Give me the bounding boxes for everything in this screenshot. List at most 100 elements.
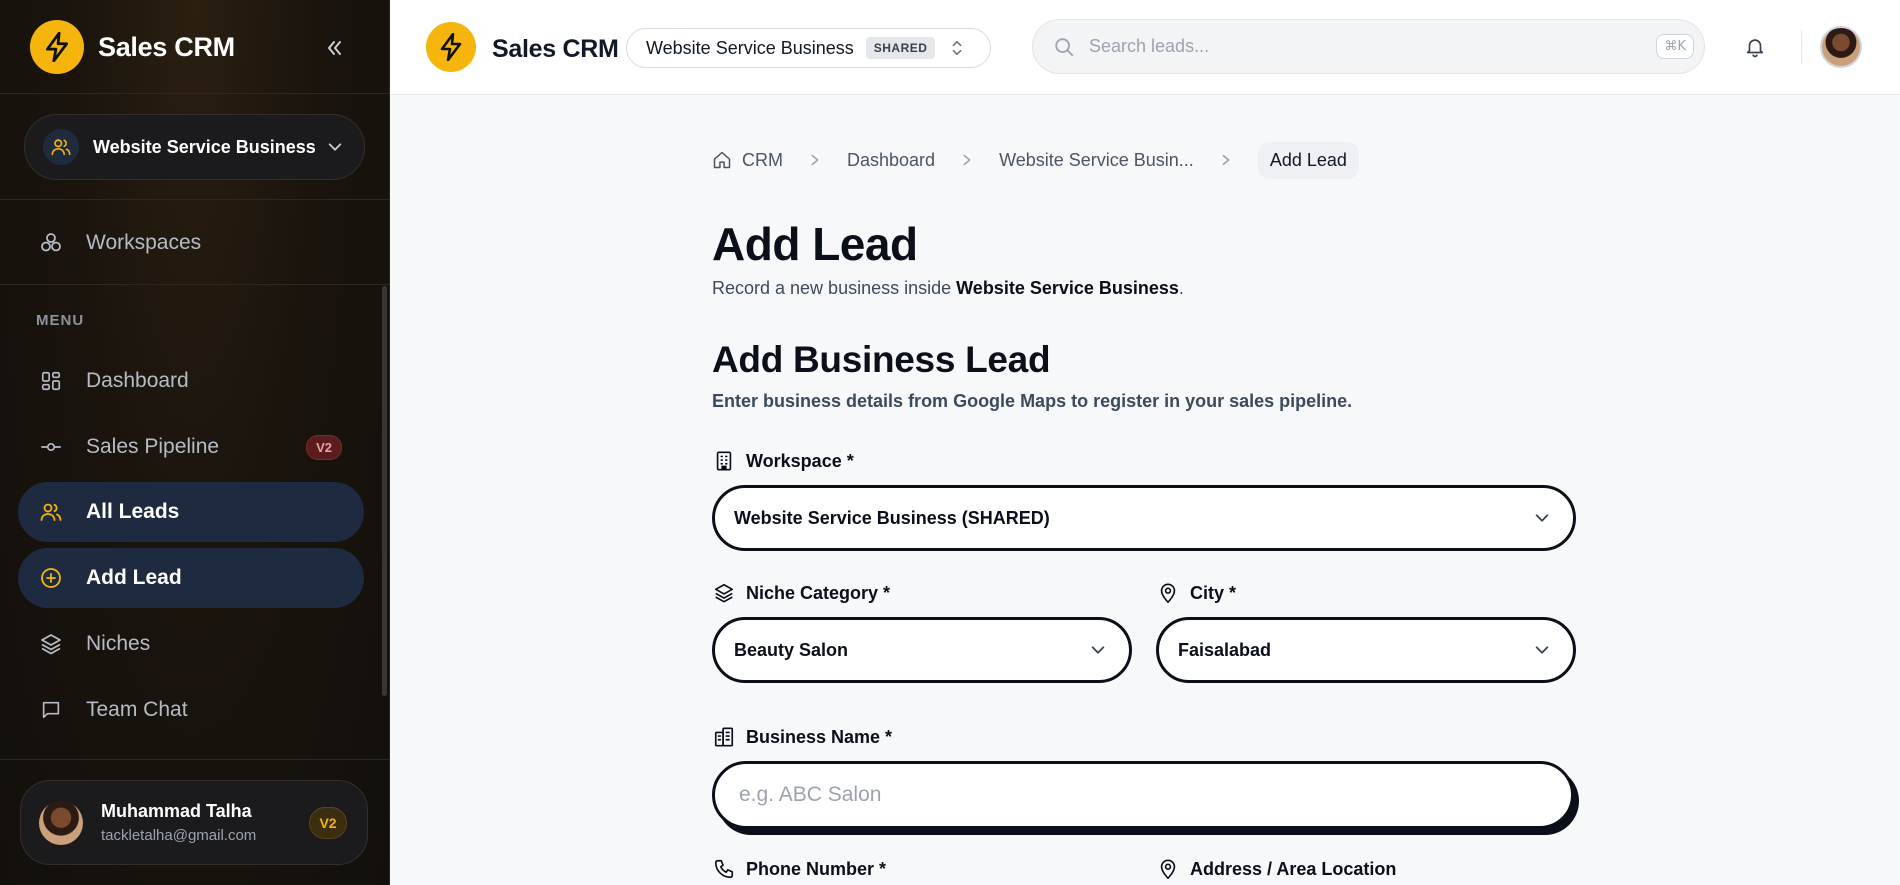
map-pin-icon <box>1156 581 1180 605</box>
sidebar-divider <box>0 199 390 200</box>
workspace-field-label: Workspace * <box>712 449 854 473</box>
sidebar-item-dashboard[interactable]: Dashboard <box>18 351 364 411</box>
field-label-text: Niche Category * <box>746 582 891 603</box>
form-subtitle: Enter business details from Google Maps … <box>712 391 1353 411</box>
version-badge: V2 <box>306 434 342 460</box>
sidebar-app-name: Sales CRM <box>98 32 235 62</box>
sidebar-item-all-leads[interactable]: All Leads <box>18 482 364 542</box>
sidebar-item-workspaces[interactable]: Workspaces <box>18 213 364 273</box>
sidebar-item-label: Add Lead <box>86 566 182 589</box>
breadcrumb-dashboard[interactable]: Dashboard <box>847 150 935 171</box>
field-label-text: Workspace * <box>746 450 854 471</box>
breadcrumb-workspace[interactable]: Website Service Busin... <box>999 150 1194 171</box>
workspaces-icon <box>38 230 64 256</box>
niche-select-value: Beauty Salon <box>734 639 849 660</box>
sidebar-divider <box>0 759 390 760</box>
sidebar-item-label: Team Chat <box>86 698 188 721</box>
office-building-icon <box>712 725 736 749</box>
plus-circle-icon <box>38 565 64 591</box>
breadcrumb-label: Add Lead <box>1269 149 1347 170</box>
top-bar: Sales CRM Website Service Business SHARE… <box>390 0 1900 95</box>
search-bar[interactable]: ⌘K <box>1032 19 1705 74</box>
breadcrumb: CRM Dashboard Website Service Busin... A… <box>712 141 1359 179</box>
search-input[interactable] <box>1089 36 1657 57</box>
field-label-text: Business Name * <box>746 726 893 747</box>
sidebar: Sales CRM Website Service Business Works… <box>0 0 390 885</box>
field-label-text: City * <box>1190 582 1237 603</box>
sidebar-item-label: Niches <box>86 632 151 655</box>
chevron-down-icon <box>1533 641 1551 659</box>
chevron-down-icon <box>1533 509 1551 527</box>
map-pin-icon <box>1156 857 1180 881</box>
city-field-label: City * <box>1156 581 1236 605</box>
sidebar-item-niches[interactable]: Niches <box>18 614 364 674</box>
sidebar-divider <box>0 284 390 285</box>
user-email: tackletalha@gmail.com <box>101 827 257 844</box>
search-icon <box>1053 36 1075 58</box>
workspace-switcher[interactable]: Website Service Business <box>24 114 365 180</box>
user-profile-card[interactable]: Muhammad Talha tackletalha@gmail.com V2 <box>20 780 368 865</box>
page-subtitle-workspace: Website Service Business <box>956 278 1179 298</box>
phone-icon <box>712 857 736 881</box>
form-title: Add Business Lead <box>712 339 1051 380</box>
niche-field-label: Niche Category * <box>712 581 890 605</box>
business-name-input[interactable] <box>739 783 1510 807</box>
sidebar-item-sales-pipeline[interactable]: Sales Pipeline V2 <box>18 417 364 477</box>
chevron-down-icon <box>1089 641 1107 659</box>
building-icon <box>712 449 736 473</box>
sidebar-item-add-lead[interactable]: Add Lead <box>18 548 364 608</box>
chevron-right-icon <box>809 153 821 167</box>
field-label-text: Address / Area Location <box>1190 858 1397 879</box>
workspace-select-value: Website Service Business (SHARED) <box>734 507 1050 528</box>
user-info: Muhammad Talha tackletalha@gmail.com <box>101 801 309 844</box>
breadcrumb-label: CRM <box>742 149 783 170</box>
page-subtitle-suffix: . <box>1178 278 1184 298</box>
chevron-right-icon <box>961 153 973 167</box>
bolt-logo-icon <box>30 20 84 74</box>
sidebar-item-label: All Leads <box>86 500 180 523</box>
phone-field-label: Phone Number * <box>712 857 886 881</box>
sidebar-item-label: Sales Pipeline <box>86 435 220 458</box>
workspace-selector[interactable]: Website Service Business SHARED <box>626 28 991 68</box>
breadcrumb-current: Add Lead <box>1257 141 1359 179</box>
breadcrumb-crm[interactable]: CRM <box>712 150 783 171</box>
users-icon <box>38 499 64 525</box>
bolt-logo-icon <box>426 22 476 72</box>
version-badge: V2 <box>309 806 347 839</box>
layers-icon <box>712 581 736 605</box>
city-select[interactable]: Faisalabad <box>1156 617 1576 683</box>
business-name-field-label: Business Name * <box>712 725 892 749</box>
field-label-text: Phone Number * <box>746 858 887 879</box>
niche-select[interactable]: Beauty Salon <box>712 617 1132 683</box>
workspace-select[interactable]: Website Service Business (SHARED) <box>712 485 1576 551</box>
sidebar-scrollbar[interactable] <box>382 286 387 696</box>
chevron-down-icon <box>326 138 344 156</box>
message-square-icon <box>38 697 64 723</box>
breadcrumb-label: Dashboard <box>847 149 936 170</box>
breadcrumb-label: Website Service Busin... <box>999 149 1194 170</box>
workspace-selector-label: Website Service Business <box>646 37 854 58</box>
shared-badge: SHARED <box>865 37 936 59</box>
dashboard-grid-icon <box>38 368 64 394</box>
page-title: Add Lead <box>712 218 918 270</box>
topbar-divider <box>1801 30 1802 64</box>
notifications-button[interactable] <box>1740 32 1770 62</box>
sidebar-item-team-chat[interactable]: Team Chat <box>18 680 364 740</box>
users-icon <box>43 129 79 165</box>
workspace-switcher-label: Website Service Business <box>93 136 316 157</box>
menu-section-label: MENU <box>36 312 85 329</box>
chevrons-up-down-icon <box>949 39 965 57</box>
sidebar-item-label: Dashboard <box>86 369 189 392</box>
git-commit-icon <box>38 434 64 460</box>
avatar <box>39 800 83 845</box>
chevrons-left-icon <box>328 41 341 55</box>
sidebar-item-label: Workspaces <box>86 231 202 254</box>
sidebar-header: Sales CRM <box>0 0 390 94</box>
page-subtitle: Record a new business inside Website Ser… <box>712 278 1184 299</box>
business-name-field[interactable] <box>712 761 1574 829</box>
app-name: Sales CRM <box>492 35 619 63</box>
collapse-sidebar-button[interactable] <box>320 34 348 62</box>
user-name: Muhammad Talha <box>101 801 252 821</box>
avatar[interactable] <box>1820 26 1862 68</box>
chevron-right-icon <box>1220 153 1232 167</box>
